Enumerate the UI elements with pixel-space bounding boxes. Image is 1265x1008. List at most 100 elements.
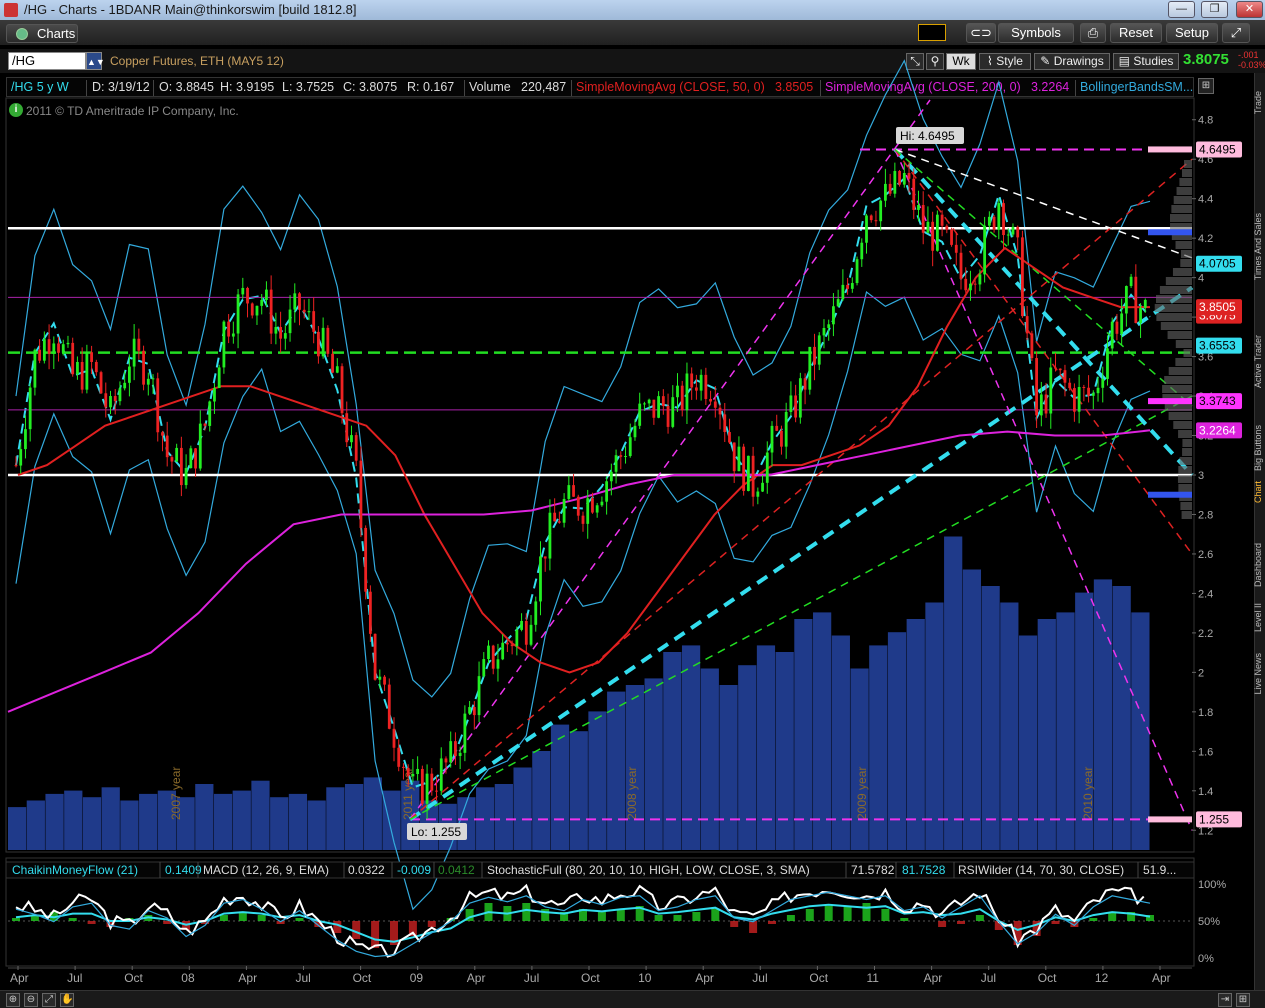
candle-body bbox=[827, 324, 831, 328]
indicator-pane-frame bbox=[5, 857, 1195, 967]
candle-body bbox=[709, 398, 712, 402]
volume-profile-bar bbox=[1175, 358, 1192, 366]
price-tick-label: 2.2 bbox=[1198, 628, 1213, 640]
candle-body bbox=[449, 741, 453, 763]
pan-icon[interactable]: ⤡ bbox=[906, 53, 924, 70]
volume-bar bbox=[457, 797, 476, 850]
volume-bar bbox=[326, 787, 345, 850]
print-icon[interactable]: ⎙ bbox=[1080, 23, 1106, 43]
macd-histogram-bar bbox=[1032, 921, 1041, 936]
candle-body bbox=[354, 435, 358, 461]
zoom-out-icon[interactable]: ⊖ bbox=[24, 993, 38, 1007]
tab-chart[interactable]: Chart bbox=[1253, 481, 1263, 503]
settings-icon[interactable]: ⊞ bbox=[1236, 993, 1250, 1007]
tab-times-and-sales[interactable]: Times And Sales bbox=[1253, 213, 1263, 280]
symbols-button[interactable]: Symbols bbox=[998, 23, 1074, 43]
candle-body bbox=[321, 327, 325, 357]
tab-dashboard[interactable]: Dashboard bbox=[1253, 543, 1263, 587]
tab-active-trader[interactable]: Active Trader bbox=[1253, 335, 1263, 388]
detach-icon[interactable]: ⤢ bbox=[1222, 23, 1250, 43]
volume-profile-bar bbox=[1178, 466, 1192, 474]
indicator-tick-label: 50% bbox=[1198, 916, 1220, 928]
candle-body bbox=[94, 361, 98, 373]
price-tick-label: 3.2 bbox=[1198, 431, 1213, 443]
macd-histogram-bar bbox=[68, 918, 77, 921]
window-title: /HG - Charts - 1BDANR Main@thinkorswim [… bbox=[24, 2, 357, 17]
price-tick-label: 3 bbox=[1198, 470, 1204, 482]
zoom-icon[interactable]: ⚲ bbox=[926, 53, 944, 70]
range-value: R: 0.167 bbox=[407, 80, 455, 94]
volume-profile-bar bbox=[1175, 340, 1192, 348]
volume-profile-bar bbox=[1159, 286, 1192, 294]
volume-bar bbox=[1112, 586, 1131, 850]
hand-icon[interactable]: ✋ bbox=[60, 993, 74, 1007]
price-tick-label: 4.4 bbox=[1198, 194, 1213, 206]
price-tick-label: 1.6 bbox=[1198, 746, 1213, 758]
drawings-button[interactable]: ✎ Drawings bbox=[1034, 53, 1110, 70]
candle-body bbox=[293, 293, 297, 310]
tab-big-buttons[interactable]: Big Buttons bbox=[1253, 425, 1263, 471]
time-tick-label: Apr bbox=[924, 971, 943, 985]
level-label-text: 3.3743 bbox=[1199, 394, 1236, 408]
tab-live-news[interactable]: Live News bbox=[1253, 653, 1263, 695]
candle-body bbox=[704, 374, 708, 399]
candle-body bbox=[950, 229, 953, 245]
tab-trade[interactable]: Trade bbox=[1253, 91, 1263, 114]
candle-body bbox=[969, 283, 972, 291]
symbol-input[interactable]: /HG bbox=[8, 52, 86, 70]
color-selector[interactable] bbox=[918, 24, 946, 41]
macd-histogram-bar bbox=[295, 918, 304, 921]
charts-tab[interactable]: Charts bbox=[6, 24, 78, 43]
magenta-downtrend bbox=[894, 149, 1193, 831]
year-marker: 2009 year bbox=[855, 767, 869, 820]
stochastic-k-line bbox=[15, 883, 1145, 958]
candle-body bbox=[860, 242, 864, 260]
volume-bar bbox=[64, 790, 83, 850]
candle-body bbox=[435, 790, 438, 792]
macd-histogram-bar bbox=[257, 915, 266, 921]
annotations: Hi: 4.6495 Lo: 1.255 bbox=[407, 127, 964, 840]
volume-bar bbox=[213, 793, 233, 850]
candle-body bbox=[1073, 388, 1076, 412]
scroll-end-icon[interactable]: ⇥ bbox=[1218, 993, 1232, 1007]
candle-body bbox=[893, 171, 897, 194]
info-icon[interactable]: i bbox=[9, 103, 23, 117]
studies-button[interactable]: ▤ Studies bbox=[1113, 53, 1179, 70]
bollinger-lower bbox=[15, 290, 1151, 911]
level-label-bg bbox=[1196, 299, 1242, 316]
candle-body bbox=[236, 294, 240, 334]
volume-bar bbox=[1093, 579, 1113, 850]
reset-button[interactable]: Reset bbox=[1110, 23, 1162, 43]
candle-body bbox=[728, 432, 731, 443]
macd-histogram-bar bbox=[900, 918, 909, 921]
candle-body bbox=[676, 385, 679, 398]
macd-histogram-bar bbox=[522, 903, 531, 921]
window-titlebar: /HG - Charts - 1BDANR Main@thinkorswim [… bbox=[0, 0, 1265, 20]
candle-body bbox=[964, 278, 968, 291]
maximize-icon[interactable]: ❐ bbox=[1201, 1, 1228, 18]
zoom-in-icon[interactable]: ⊕ bbox=[6, 993, 20, 1007]
tab-level-ii[interactable]: Level II bbox=[1253, 603, 1263, 632]
expand-studies-icon[interactable]: ⊞ bbox=[1198, 78, 1214, 94]
candle-body bbox=[713, 401, 717, 408]
fit-icon[interactable]: ⤢ bbox=[42, 993, 56, 1007]
candle-body bbox=[553, 512, 557, 522]
minimize-icon[interactable]: — bbox=[1168, 1, 1195, 18]
macd-histogram-bar bbox=[446, 918, 455, 921]
candle-body bbox=[1049, 367, 1053, 414]
setup-button[interactable]: Setup bbox=[1166, 23, 1218, 43]
candle-body bbox=[657, 396, 660, 418]
candle-body bbox=[175, 447, 179, 462]
candle-body bbox=[983, 225, 987, 275]
volume-bars: 2007 year 2008 year 2009 year 2010 year 2011… bbox=[8, 536, 1150, 850]
symbol-dropdown-icon[interactable]: ▲▼ bbox=[86, 52, 105, 70]
price-chart[interactable]: 2007 year 2008 year 2009 year 2010 year 2011… bbox=[0, 0, 1265, 1008]
high-annotation: Hi: 4.6495 bbox=[900, 129, 955, 143]
level-label-text: 3.2264 bbox=[1199, 423, 1236, 437]
close-icon[interactable]: ✕ bbox=[1236, 1, 1263, 18]
aggregation-button[interactable]: Wk bbox=[946, 53, 976, 70]
volume-bar bbox=[401, 780, 420, 850]
link-icon[interactable]: ⊂⊃ bbox=[966, 23, 996, 43]
candle-body bbox=[161, 432, 164, 436]
style-button[interactable]: ⌇ Style bbox=[979, 53, 1031, 70]
